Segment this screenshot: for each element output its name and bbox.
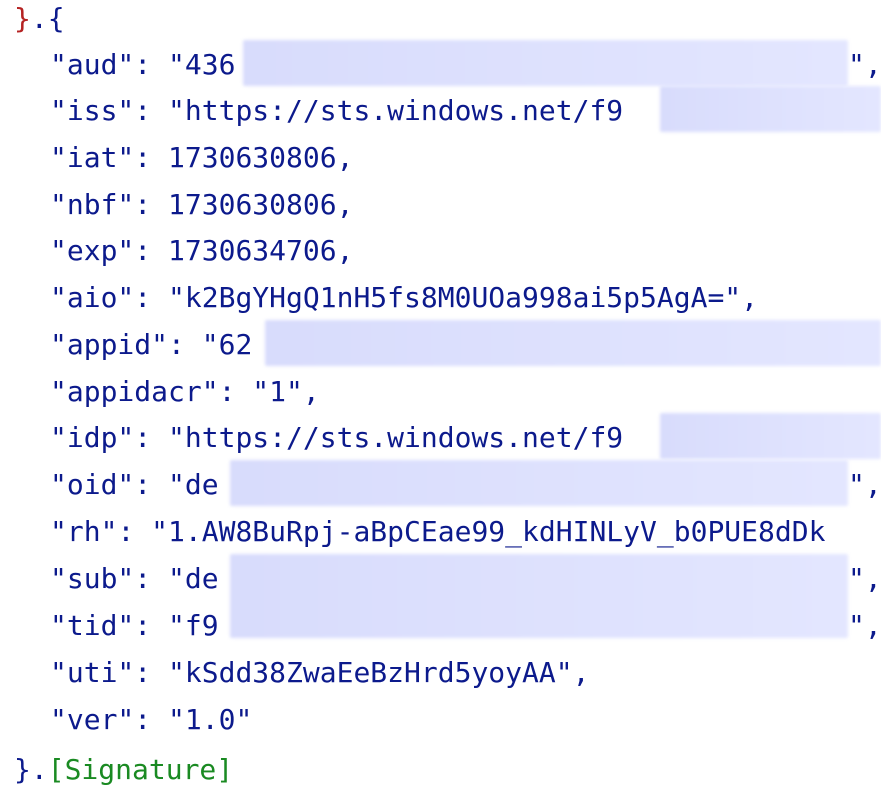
claim-aud-tail: ", [848,48,881,81]
claim-key: "idp" [50,421,135,454]
claim-sep: : [134,609,169,642]
claim-sub: "sub": "de [50,559,219,599]
claim-value: "1.0" [168,703,253,736]
claim-sep: : [134,141,169,174]
claim-oid: "oid": "de [50,465,219,505]
claim-appid: "appid": "62 [50,325,252,365]
payload-close-brace: } [14,753,31,786]
redaction-sub-tid [230,554,848,638]
claim-value: "https://sts.windows.net/f9 [168,421,624,454]
payload-open-brace: .{ [30,2,65,35]
claim-key: "uti" [50,656,135,689]
claim-value: "62 [201,328,253,361]
claim-key: "aio" [50,281,135,314]
claim-sub-tail: ", [848,562,881,595]
redaction-oid [230,460,848,506]
signature-label: [Signature] [47,753,234,786]
claim-value: 1730630806, [168,188,354,221]
token-payload-viewer: }.{ "aud": "436 ", "iss": "https://sts.w… [0,0,881,796]
claim-key: "iss" [50,94,135,127]
claim-key: "iat" [50,141,135,174]
claim-rh: "rh": "1.AW8BuRpj-aBpCEae99_kdHINLyV_b0P… [50,512,825,552]
claim-value: 1730634706, [168,234,354,267]
claim-nbf: "nbf": 1730630806, [50,185,353,225]
claim-value: "1.AW8BuRpj-aBpCEae99_kdHINLyV_b0PUE8dDk [151,515,826,548]
claim-key: "aud" [50,48,135,81]
claim-sep: : [168,328,202,361]
claim-value: "de [168,468,219,501]
claim-value: "k2BgYHgQ1nH5fs8M0UOa998ai5p5AgA=", [168,281,759,314]
claim-value: "https://sts.windows.net/f9 [168,94,624,127]
claim-value: 1730630806, [168,141,354,174]
redaction-aud [243,40,848,86]
claim-key: "rh" [50,515,118,548]
claim-sep: : [218,375,253,408]
claim-sep: : [134,421,169,454]
claim-key: "ver" [50,703,135,736]
claim-aud: "aud": "436 [50,45,235,85]
claim-idp: "idp": "https://sts.windows.net/f9 [50,418,623,458]
payload-dot: . [30,753,48,786]
claim-key: "tid" [50,609,135,642]
claim-sep: : [117,515,152,548]
claim-ver: "ver": "1.0" [50,700,252,740]
claim-value: "436 [168,48,236,81]
claim-sep: : [134,703,169,736]
claim-sep: : [134,281,169,314]
redaction-idp [660,413,881,459]
claim-sep: : [134,562,169,595]
claim-value: "f9 [168,609,219,642]
claim-oid-tail: ", [848,468,881,501]
claim-key: "nbf" [50,188,135,221]
claim-key: "oid" [50,468,135,501]
claim-value: "kSdd38ZwaEeBzHrd5yoyAA", [168,656,590,689]
claim-value: "de [168,562,219,595]
claim-key: "sub" [50,562,135,595]
claim-key: "appid" [50,328,169,361]
claim-key: "appidacr" [50,375,219,408]
claim-appidacr: "appidacr": "1", [50,372,320,412]
claim-tid: "tid": "f9 [50,606,219,646]
claim-iat: "iat": 1730630806, [50,138,353,178]
claim-aio: "aio": "k2BgYHgQ1nH5fs8M0UOa998ai5p5AgA=… [50,278,758,318]
claim-iss: "iss": "https://sts.windows.net/f9 [50,91,623,131]
redaction-iss [660,86,881,132]
header-close-brace: } [14,2,31,35]
claim-exp: "exp": 1730634706, [50,231,353,271]
claim-sep: : [134,188,169,221]
claim-uti: "uti": "kSdd38ZwaEeBzHrd5yoyAA", [50,653,589,693]
claim-sep: : [134,656,169,689]
claim-sep: : [134,94,169,127]
claim-value: "1", [252,375,320,408]
claim-sep: : [134,48,169,81]
redaction-appid [265,320,881,366]
claim-key: "exp" [50,234,135,267]
payload-close-line: }.[Signature] [14,750,233,790]
claim-sep: : [134,468,169,501]
payload-open-line: }.{ [14,0,65,39]
claim-sep: : [134,234,169,267]
claim-tid-tail: ", [848,609,881,642]
